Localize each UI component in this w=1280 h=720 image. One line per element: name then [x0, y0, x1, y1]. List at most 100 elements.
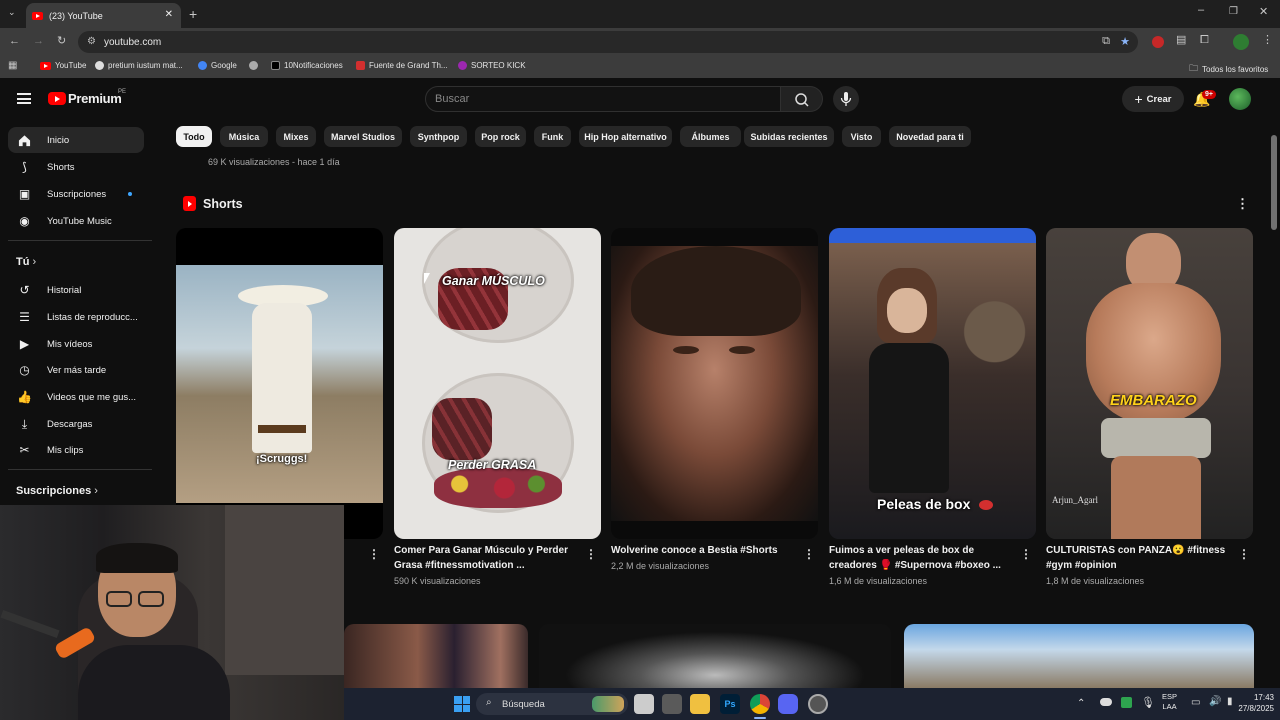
youtube-icon	[40, 61, 51, 70]
app-icon-2[interactable]	[808, 694, 828, 714]
taskbar-search[interactable]: ⌕ Búsqueda	[476, 693, 628, 715]
bookmark-pretium[interactable]: pretium iustum mat...	[95, 61, 183, 70]
chip-visto[interactable]: Visto	[842, 126, 881, 147]
close-tab-icon[interactable]: ✕	[165, 9, 173, 20]
extensions-puzzle-icon[interactable]: ⧠	[1200, 35, 1209, 46]
chip-pop-rock[interactable]: Pop rock	[475, 126, 526, 147]
forward-icon[interactable]: →	[33, 36, 44, 47]
video-thumbnail-2[interactable]	[539, 624, 891, 688]
account-avatar[interactable]	[1229, 88, 1251, 110]
chip-novedad[interactable]: Novedad para ti	[889, 126, 971, 147]
section-you[interactable]: Tú ›	[16, 256, 36, 268]
display-icon[interactable]: ▭	[1191, 697, 1200, 708]
short-thumbnail-4[interactable]: Peleas de box	[829, 228, 1036, 539]
section-subscriptions[interactable]: Suscripciones ›	[16, 485, 98, 497]
bookmark-notificaciones[interactable]: 10Notificaciones	[271, 61, 343, 70]
address-bar[interactable]: ⚙ youtube.com ⧉ ★	[78, 31, 1138, 53]
tray-app-icon[interactable]	[1121, 697, 1132, 708]
install-app-icon[interactable]: ⧉	[1102, 35, 1110, 48]
windows-start-icon[interactable]	[454, 696, 470, 712]
onedrive-icon[interactable]	[1100, 698, 1112, 706]
short-4-more-icon[interactable]: ⋮	[1020, 547, 1032, 561]
tray-chevron-icon[interactable]: ⌃	[1077, 698, 1085, 709]
chip-hip-hop[interactable]: Hip Hop alternativo	[579, 126, 672, 147]
short-2-more-icon[interactable]: ⋮	[585, 547, 597, 561]
bookmark-youtube[interactable]: YouTube	[40, 61, 86, 70]
chip-subidas-recientes[interactable]: Subidas recientes	[744, 126, 834, 147]
extension-red-icon[interactable]	[1152, 36, 1164, 48]
volume-icon[interactable]: 🔊	[1209, 696, 1221, 707]
tab-search-icon[interactable]: ⌄	[8, 8, 16, 17]
apps-grid-icon[interactable]: ▦	[8, 61, 17, 71]
short-5-more-icon[interactable]: ⋮	[1238, 547, 1250, 561]
app-icon[interactable]	[662, 694, 682, 714]
site-info-icon[interactable]: ⚙	[87, 36, 96, 47]
brand-name[interactable]: Premium	[68, 91, 122, 106]
chip-albumes[interactable]: Álbumes	[680, 126, 741, 147]
search-input[interactable]: Buscar	[425, 86, 781, 112]
sidebar-item-shorts[interactable]: ⟆ Shorts	[8, 154, 144, 180]
hamburger-menu-icon[interactable]	[17, 93, 31, 104]
discord-icon[interactable]	[778, 694, 798, 714]
sidebar-item-suscripciones[interactable]: ▣ Suscripciones	[8, 181, 144, 207]
shelf-more-icon[interactable]: ⋮	[1236, 196, 1249, 212]
video-thumbnail-3[interactable]	[904, 624, 1254, 688]
clock[interactable]: 17:43 27/8/2025	[1234, 692, 1274, 714]
short-thumbnail-1[interactable]: ¡Scruggs!	[176, 228, 383, 539]
task-view-icon[interactable]	[634, 694, 654, 714]
language-indicator[interactable]: ESP LAA	[1162, 692, 1177, 712]
search-button[interactable]	[781, 86, 823, 112]
photoshop-icon[interactable]: Ps	[720, 694, 740, 714]
bookmark-fuente[interactable]: Fuente de Grand Th...	[356, 61, 448, 70]
extension-icon[interactable]: ▤	[1176, 35, 1186, 46]
woman-dress	[869, 343, 949, 493]
voice-search-button[interactable]	[833, 86, 859, 112]
all-bookmarks[interactable]: 🗀 Todos los favoritos	[1189, 61, 1268, 77]
bookmark-sorteo[interactable]: SORTEO KICK	[458, 61, 526, 70]
short-3-more-icon[interactable]: ⋮	[803, 547, 815, 561]
bookmark-google[interactable]: Google	[198, 61, 237, 70]
sidebar-item-ver-mas-tarde[interactable]: ◷ Ver más tarde	[8, 357, 144, 383]
youtube-logo-icon[interactable]	[48, 92, 66, 105]
bookmark-blank[interactable]	[249, 61, 258, 70]
sidebar-item-descargas[interactable]: ⤓ Descargas	[8, 411, 144, 437]
tray-mic-icon[interactable]: 🎙	[1141, 696, 1155, 709]
short-thumbnail-5[interactable]: EMBARAZO Arjun_Agarl	[1046, 228, 1253, 539]
minimize-icon[interactable]: –	[1198, 5, 1204, 16]
reload-icon[interactable]: ↻	[57, 36, 66, 47]
short-2-title[interactable]: Comer Para Ganar Músculo y Perder Grasa …	[394, 543, 579, 573]
browser-menu-icon[interactable]: ⋮	[1262, 35, 1273, 46]
new-tab-icon[interactable]: +	[189, 7, 197, 21]
sidebar-item-youtube-music[interactable]: ◉ YouTube Music	[8, 208, 144, 234]
chip-synthpop[interactable]: Synthpop	[410, 126, 467, 147]
chip-funk[interactable]: Funk	[534, 126, 571, 147]
short-1-more-icon[interactable]: ⋮	[368, 547, 380, 561]
tab-youtube[interactable]: (23) YouTube ✕	[26, 3, 181, 28]
short-thumbnail-3[interactable]	[611, 228, 818, 539]
page-scrollbar[interactable]	[1271, 135, 1277, 230]
create-button[interactable]: + Crear	[1122, 86, 1184, 112]
battery-icon[interactable]: ▮	[1227, 696, 1233, 707]
back-icon[interactable]: ←	[9, 36, 20, 47]
chrome-icon[interactable]	[750, 694, 770, 714]
sidebar-item-playlists[interactable]: ☰ Listas de reproducc...	[8, 304, 144, 330]
bookmark-star-icon[interactable]: ★	[1120, 35, 1130, 48]
restore-icon[interactable]: ❐	[1229, 7, 1238, 17]
close-window-icon[interactable]: ✕	[1259, 7, 1268, 18]
short-3-title[interactable]: Wolverine conoce a Bestia #Shorts	[611, 543, 796, 558]
chip-marvel-studios[interactable]: Marvel Studios	[324, 126, 402, 147]
file-explorer-icon[interactable]	[690, 694, 710, 714]
short-5-title[interactable]: CULTURISTAS con PANZA😮 #fitness #gym #op…	[1046, 543, 1231, 573]
sidebar-item-mis-videos[interactable]: ▶ Mis vídeos	[8, 331, 144, 357]
sidebar-item-inicio[interactable]: Inicio	[8, 127, 144, 153]
sidebar-item-liked-videos[interactable]: 👍 Videos que me gus...	[8, 384, 144, 410]
active-app-indicator	[754, 717, 766, 719]
sidebar-item-mis-clips[interactable]: ✂ Mis clips	[8, 437, 144, 463]
chip-todo[interactable]: Todo	[176, 126, 212, 147]
sidebar-item-historial[interactable]: ↺ Historial	[8, 277, 144, 303]
chip-mixes[interactable]: Mixes	[276, 126, 316, 147]
profile-avatar[interactable]	[1233, 34, 1249, 50]
short-4-title[interactable]: Fuimos a ver peleas de box de creadores …	[829, 543, 1014, 573]
chip-musica[interactable]: Música	[220, 126, 268, 147]
video-thumbnail-1[interactable]	[344, 624, 528, 688]
